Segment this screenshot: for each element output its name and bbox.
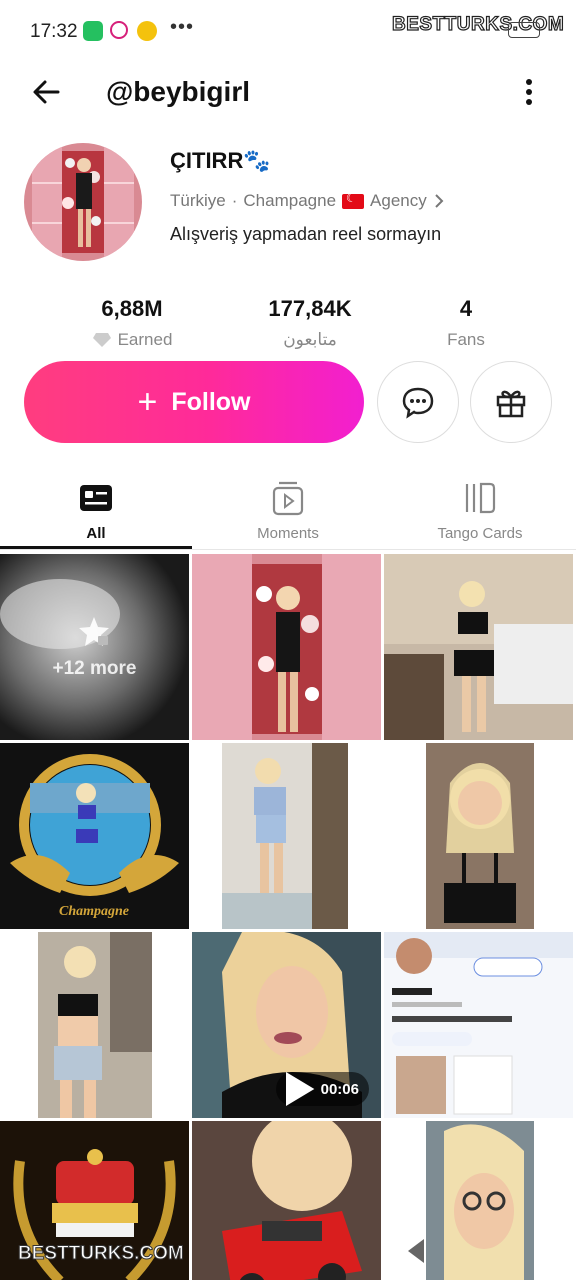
more-options-button[interactable] [514, 74, 544, 110]
tab-moments-label: Moments [257, 525, 319, 542]
chevron-right-icon [435, 194, 444, 208]
play-frame-icon [272, 481, 304, 516]
more-notifications-icon: ••• [170, 16, 195, 38]
locked-media-tile[interactable]: +12 more [0, 554, 189, 740]
content-tabs: All Moments Tango Cards [0, 470, 576, 550]
stat-fans-value: 4 [459, 296, 473, 321]
agency-suffix: Agency [370, 191, 427, 210]
cards-icon [465, 482, 496, 514]
media-tile[interactable] [192, 554, 381, 740]
country-label: Türkiye [170, 191, 226, 210]
stat-earned-value: 6,88M [101, 296, 163, 321]
stat-fans[interactable]: 4 Fans [386, 296, 546, 350]
avatar[interactable] [24, 143, 142, 261]
video-tile[interactable]: 00:06 [192, 932, 381, 1118]
follow-label: Follow [171, 387, 251, 416]
video-duration: 00:06 [320, 1080, 359, 1098]
status-bar: 17:32 ••• BESTTURKS.COM [0, 0, 576, 62]
profile-meta-row[interactable]: Türkiye · Champagne Agency [170, 191, 445, 211]
profile-bio: Alışveriş yapmadan reel sormayın [170, 224, 442, 244]
active-tab-indicator [0, 546, 192, 549]
profile-header: @beybigirl [0, 62, 576, 122]
play-icon [286, 1072, 315, 1106]
media-tile[interactable] [0, 932, 189, 1118]
page-title-username: @beybigirl [106, 76, 250, 107]
media-tile[interactable] [384, 1121, 573, 1280]
media-tile[interactable] [384, 932, 573, 1118]
tab-tango-cards[interactable]: Tango Cards [384, 470, 576, 550]
coin-app-icon [137, 21, 157, 41]
meta-separator: · [231, 191, 238, 210]
tab-all-label: All [86, 525, 106, 542]
message-button[interactable] [377, 361, 459, 443]
media-tile[interactable] [384, 554, 573, 740]
back-button[interactable] [28, 74, 64, 110]
app-notification-icon [110, 21, 128, 39]
media-tile[interactable]: Champagne [0, 743, 189, 929]
stat-fans-label: Fans [447, 330, 485, 349]
svg-text:Champagne: Champagne [59, 904, 129, 919]
locked-star-icon [79, 617, 109, 646]
tab-tango-cards-label: Tango Cards [437, 525, 523, 542]
follow-button[interactable]: + Follow [24, 361, 364, 443]
id-card-icon [80, 485, 112, 511]
media-tile[interactable] [192, 743, 381, 929]
watermark-bottom: BESTTURKS.COM [18, 1243, 185, 1265]
gift-button[interactable] [470, 361, 552, 443]
media-tile[interactable] [384, 743, 573, 929]
tab-moments[interactable]: Moments [192, 470, 384, 550]
stat-followers-value: 177,84K [268, 296, 352, 321]
chat-bubble-icon [402, 387, 434, 419]
whatsapp-icon [83, 21, 103, 41]
status-time: 17:32 [30, 21, 78, 42]
more-vertical-icon [526, 79, 532, 105]
stat-followers-label: متابعون [283, 330, 337, 349]
video-duration-badge: 00:06 [276, 1072, 369, 1106]
stat-followers[interactable]: 177,84K متابعون [230, 296, 390, 350]
display-name: ÇITIRR🐾 [170, 148, 271, 173]
plus-icon: + [137, 383, 158, 421]
tab-all[interactable]: All [0, 470, 192, 550]
locked-more-count: +12 more [52, 658, 137, 679]
gift-icon [496, 390, 526, 418]
turkey-flag-icon [342, 191, 365, 209]
media-tile[interactable] [192, 1121, 381, 1280]
agency-prefix: Champagne [243, 191, 337, 210]
diamond-icon [92, 333, 111, 347]
media-grid: +12 more Champagne 00:06 [0, 554, 576, 1280]
battery-icon [508, 22, 540, 38]
stat-earned: 6,88M Earned [52, 296, 212, 350]
arrow-left-icon [33, 80, 60, 104]
stat-earned-label: Earned [117, 330, 173, 349]
